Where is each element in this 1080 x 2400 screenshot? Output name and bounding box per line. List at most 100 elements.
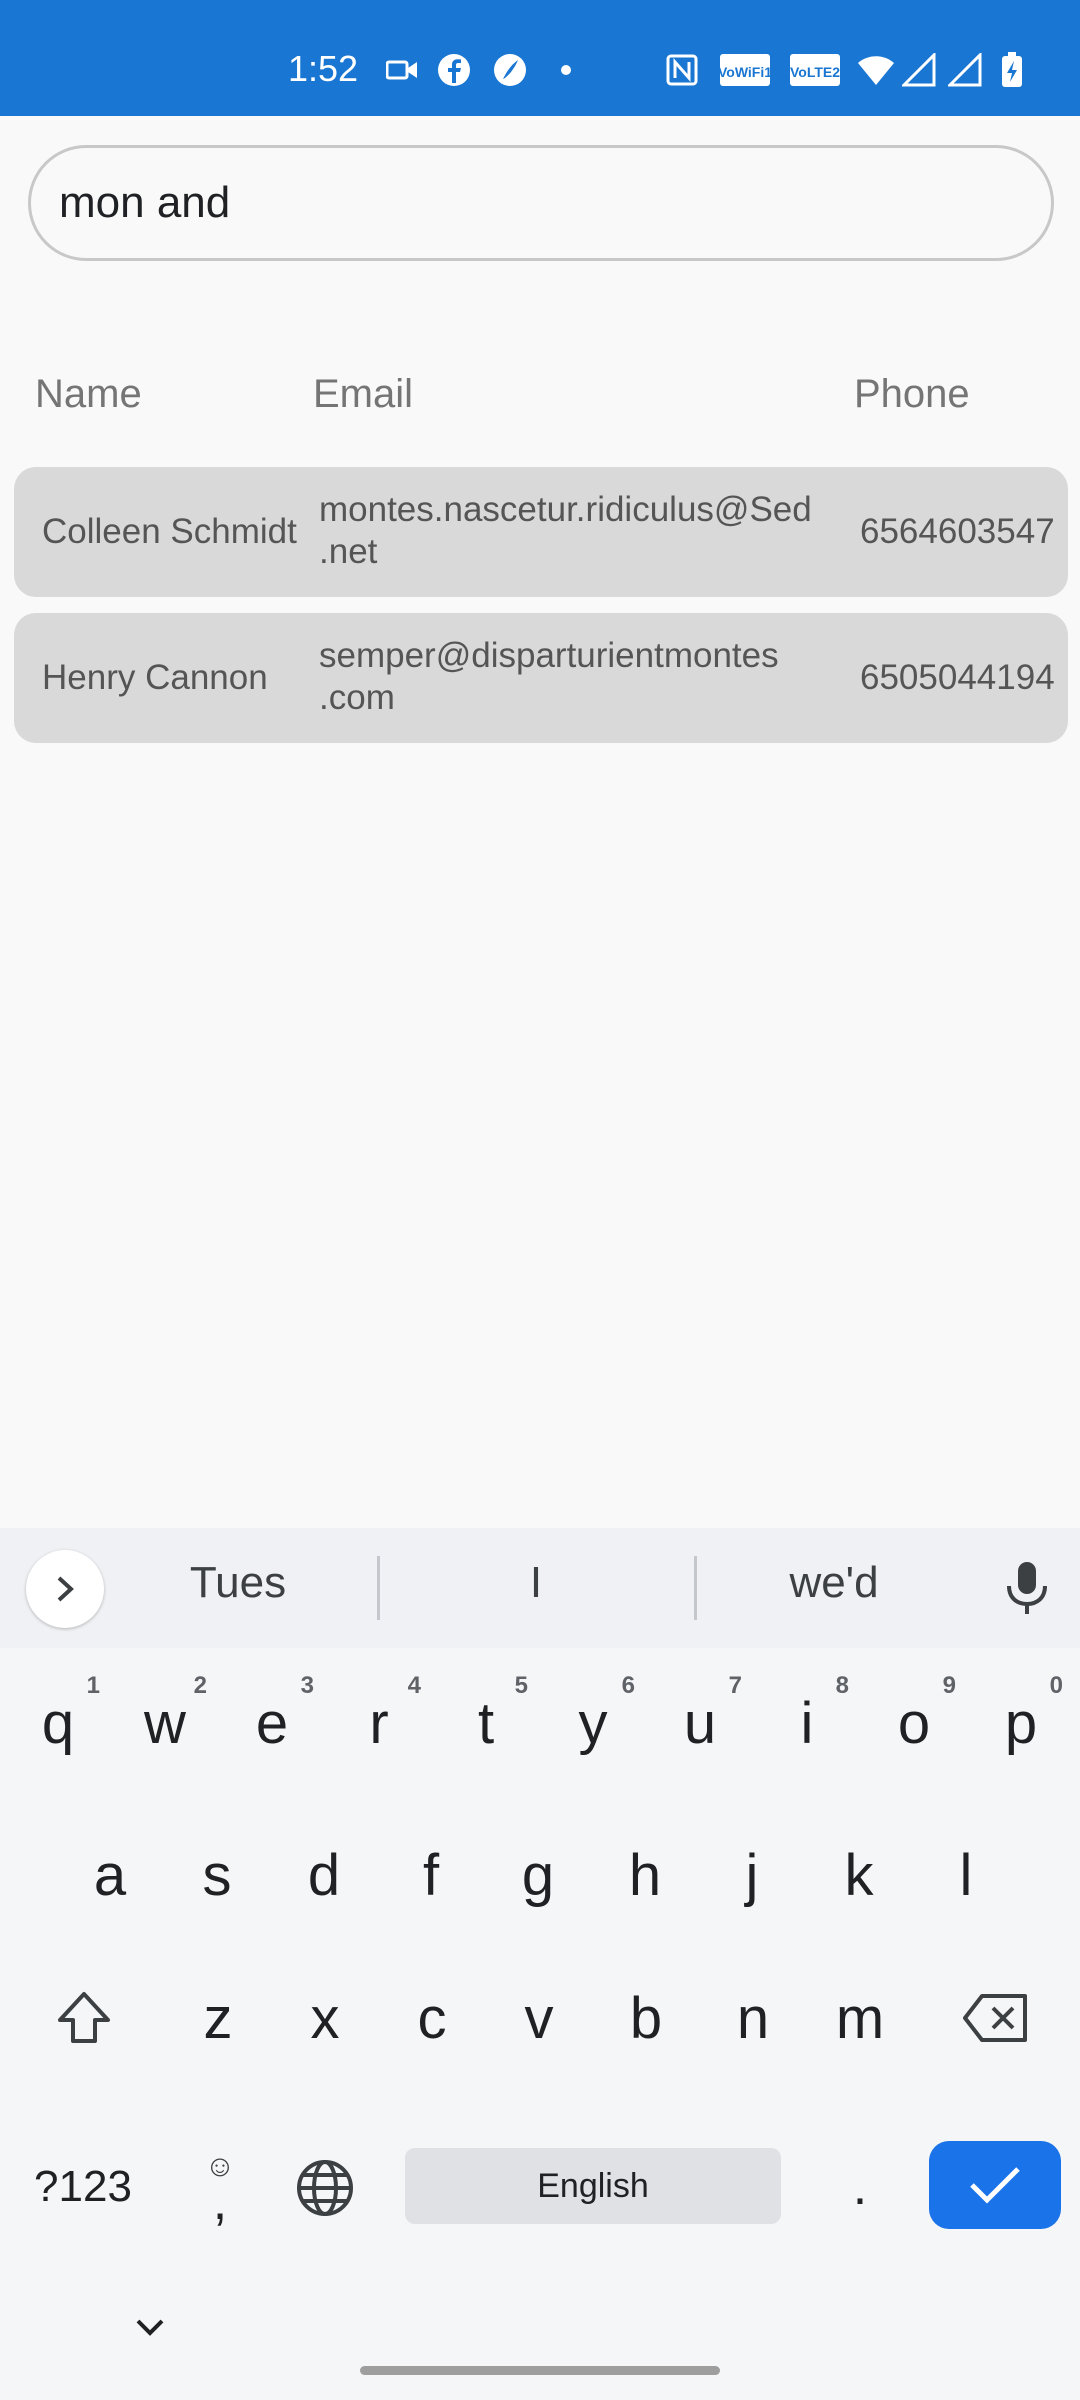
suggestion-divider (694, 1556, 697, 1620)
key-h[interactable]: h (595, 1820, 695, 1930)
suggestion-1[interactable]: Tues (138, 1558, 338, 1608)
column-header-phone: Phone (854, 372, 970, 416)
chevron-down-icon (136, 2319, 164, 2336)
comma-key[interactable]: ☺ , (190, 2132, 250, 2242)
key-w[interactable]: w2 (115, 1668, 215, 1778)
key-y[interactable]: y6 (543, 1668, 643, 1778)
key-i[interactable]: i8 (757, 1668, 857, 1778)
key-l[interactable]: l (916, 1820, 1016, 1930)
key-a[interactable]: a (60, 1820, 160, 1930)
table-row[interactable]: Henry Cannon semper@disparturientmontes … (14, 613, 1068, 743)
key-label: o (897, 1690, 931, 1756)
shift-icon (58, 1992, 110, 2043)
key-o[interactable]: o9 (864, 1668, 964, 1778)
backspace-icon (963, 1994, 1027, 2042)
search-input[interactable] (59, 148, 1019, 258)
status-time: 1:52 (288, 48, 359, 89)
key-hint: 7 (728, 1672, 742, 1699)
key-s[interactable]: s (167, 1820, 267, 1930)
key-hint: 5 (514, 1672, 528, 1699)
chevron-right-icon (57, 1576, 74, 1602)
notification-dot-icon (556, 52, 576, 88)
key-r[interactable]: r4 (329, 1668, 429, 1778)
key-f[interactable]: f (381, 1820, 481, 1930)
svg-text:VoWiFi1: VoWiFi1 (719, 64, 771, 80)
key-label: e (255, 1690, 289, 1756)
column-header-name: Name (35, 372, 142, 416)
space-key[interactable]: English (405, 2148, 781, 2224)
key-u[interactable]: u7 (650, 1668, 750, 1778)
key-j[interactable]: j (702, 1820, 802, 1930)
key-n[interactable]: n (703, 1963, 803, 2073)
contact-email-line: .com (319, 678, 395, 717)
key-g[interactable]: g (488, 1820, 588, 1930)
key-label: r (369, 1690, 389, 1756)
language-key[interactable] (290, 2148, 360, 2228)
key-v[interactable]: v (489, 1963, 589, 2073)
key-z[interactable]: z (168, 1963, 268, 2073)
backspace-key[interactable] (940, 1963, 1052, 2073)
suggestion-bar: Tues I we'd (0, 1528, 1080, 1648)
key-p[interactable]: p0 (971, 1668, 1071, 1778)
contact-email-line: montes.nascetur.ridiculus@Sed (319, 490, 812, 529)
symbols-key[interactable]: ?123 (18, 2132, 148, 2242)
signal-icon (900, 52, 938, 88)
signal2-icon (946, 52, 984, 88)
key-x[interactable]: x (275, 1963, 375, 2073)
battery-charging-icon (998, 52, 1026, 88)
vowifi-icon: VoWiFi1 (718, 52, 772, 88)
key-d[interactable]: d (274, 1820, 374, 1930)
key-e[interactable]: e3 (222, 1668, 322, 1778)
key-hint: 2 (193, 1672, 207, 1699)
suggestion-3[interactable]: we'd (734, 1558, 934, 1608)
video-camera-icon (384, 52, 420, 88)
suggestion-divider (377, 1556, 380, 1620)
key-t[interactable]: t5 (436, 1668, 536, 1778)
enter-key[interactable] (929, 2141, 1061, 2229)
suggestion-2[interactable]: I (436, 1558, 636, 1608)
expand-toolbar-button[interactable] (26, 1550, 104, 1628)
contact-email: montes.nascetur.ridiculus@Sed .net (319, 489, 839, 573)
key-label: u (683, 1690, 717, 1756)
column-header-email: Email (313, 372, 414, 416)
contact-name: Colleen Schmidt (42, 512, 297, 551)
key-hint: 4 (407, 1672, 421, 1699)
contact-phone: 6505044194 (860, 658, 1055, 697)
shift-key[interactable] (28, 1963, 140, 2073)
checkmark-icon (970, 2167, 1020, 2204)
key-q[interactable]: q1 (8, 1668, 108, 1778)
navigation-handle[interactable] (360, 2366, 720, 2375)
table-row[interactable]: Colleen Schmidt montes.nascetur.ridiculu… (14, 467, 1068, 597)
contact-phone: 6564603547 (860, 512, 1055, 551)
key-hint: 6 (621, 1672, 635, 1699)
nfc-icon (664, 52, 700, 88)
comma-label: , (212, 2173, 228, 2231)
key-label: w (144, 1690, 186, 1756)
status-bar: 1:52 VoWiFi1 VoLTE2 (0, 0, 1080, 116)
facebook-icon (436, 52, 472, 88)
key-b[interactable]: b (596, 1963, 696, 2073)
key-k[interactable]: k (809, 1820, 909, 1930)
key-m[interactable]: m (810, 1963, 910, 2073)
soft-keyboard: Tues I we'd q1w2e3r4t5y6u7i8o9p0 asdfghj… (0, 1528, 1080, 2400)
search-field[interactable] (28, 145, 1054, 261)
key-hint: 8 (835, 1672, 849, 1699)
key-label: p (1004, 1690, 1038, 1756)
contact-name: Henry Cannon (42, 658, 268, 697)
contact-email-line: semper@disparturientmontes (319, 636, 779, 675)
contact-email: semper@disparturientmontes .com (319, 635, 839, 719)
feather-app-icon (492, 52, 528, 88)
key-c[interactable]: c (382, 1963, 482, 2073)
volte2-icon: VoLTE2 (788, 52, 842, 88)
key-hint: 1 (86, 1672, 100, 1699)
key-hint: 9 (942, 1672, 956, 1699)
key-label: t (477, 1690, 495, 1756)
key-label: q (41, 1690, 75, 1756)
microphone-icon[interactable] (1002, 1560, 1052, 1621)
key-label: i (800, 1690, 814, 1756)
key-label: y (578, 1690, 608, 1756)
period-key[interactable]: . (830, 2132, 890, 2242)
hide-keyboard-key[interactable] (130, 2308, 170, 2348)
key-hint: 3 (300, 1672, 314, 1699)
key-hint: 0 (1049, 1672, 1063, 1699)
